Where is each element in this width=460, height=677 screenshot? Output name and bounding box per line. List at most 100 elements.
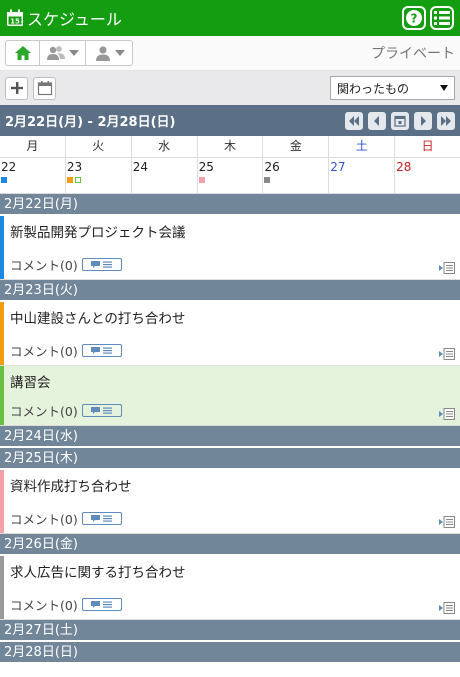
week-day-number: 26 xyxy=(264,160,280,174)
week-day-cell[interactable]: 23 xyxy=(66,158,132,193)
detail-icon[interactable] xyxy=(439,262,455,274)
comment-count[interactable]: コメント(0) xyxy=(10,255,78,274)
calendar-day-number: 15 xyxy=(10,18,20,26)
event-marker xyxy=(1,177,7,183)
event-color-stripe xyxy=(0,556,4,619)
comment-count[interactable]: コメント(0) xyxy=(10,595,78,614)
group-icon xyxy=(47,46,65,60)
filter-select[interactable]: 関わったもの xyxy=(330,76,455,100)
day-header: 2月25日(木) xyxy=(0,448,460,470)
add-schedule-button[interactable] xyxy=(5,76,28,100)
week-day-cell[interactable]: 26 xyxy=(263,158,330,193)
weekday-mon: 月 xyxy=(0,136,66,157)
event-title[interactable]: 中山建設さんとの打ち合わせ xyxy=(0,302,460,327)
week-day-number: 24 xyxy=(132,160,148,174)
next-week-button[interactable] xyxy=(437,111,455,130)
comment-icon[interactable] xyxy=(81,512,122,525)
app-header: 15 スケジュール ? xyxy=(0,0,460,36)
weekday-sun: 日 xyxy=(421,139,434,153)
left-arrow-icon xyxy=(374,115,379,126)
week-day-number: 22 xyxy=(1,160,17,174)
calendar-small-icon xyxy=(37,81,52,96)
view-mode-label: プライベート xyxy=(371,46,455,62)
event-color-stripe xyxy=(0,366,4,425)
day-list: 2月22日(月) 新製品開発プロジェクト会議 コメント(0) 2月23日(火) 中山建設… xyxy=(0,194,460,664)
week-day-number: 27 xyxy=(330,160,346,174)
day-header: 2月27日(土) xyxy=(0,620,460,642)
double-right-arrow-icon xyxy=(441,115,451,126)
event-marker xyxy=(66,177,73,183)
weekday-thu: 木 xyxy=(198,136,264,157)
week-day-number: 23 xyxy=(66,160,83,174)
event-footer: コメント(0) xyxy=(10,255,122,274)
weekday-sat: 土 xyxy=(329,136,396,157)
event-marker xyxy=(74,177,81,183)
comment-icon[interactable] xyxy=(81,344,122,357)
comment-count[interactable]: コメント(0) xyxy=(10,341,78,360)
svg-text:?: ? xyxy=(411,12,418,26)
user-view-dropdown[interactable] xyxy=(86,41,132,65)
event-title[interactable]: 新製品開発プロジェクト会議 xyxy=(0,216,460,241)
menu-button[interactable] xyxy=(430,6,454,30)
comment-icon[interactable] xyxy=(81,404,122,417)
schedule-event[interactable]: 求人広告に関する打ち合わせコメント(0) xyxy=(0,556,460,620)
week-range-title: 2月22日(月) - 2月28日(日) xyxy=(5,115,176,130)
event-title[interactable]: 講習会 xyxy=(0,366,460,391)
event-color-stripe xyxy=(0,470,4,533)
comment-icon[interactable] xyxy=(81,598,122,611)
week-day-number: 28 xyxy=(396,160,412,174)
event-marker xyxy=(264,177,271,183)
schedule-event[interactable]: 中山建設さんとの打ち合わせコメント(0) xyxy=(0,302,460,366)
double-left-arrow-icon xyxy=(349,115,359,126)
prev-week-button[interactable] xyxy=(345,111,363,130)
today-button[interactable] xyxy=(391,111,409,130)
day-header: 2月26日(金) xyxy=(0,534,460,556)
weekday-tue: 火 xyxy=(66,136,132,157)
detail-icon[interactable] xyxy=(439,348,455,360)
week-day-cell[interactable]: 28 xyxy=(395,158,460,193)
list-menu-icon xyxy=(434,11,450,25)
day-header: 2月24日(水) xyxy=(0,426,460,448)
schedule-event[interactable]: 資料作成打ち合わせコメント(0) xyxy=(0,470,460,534)
view-switcher xyxy=(5,40,133,66)
schedule-event[interactable]: 新製品開発プロジェクト会議コメント(0) xyxy=(0,216,460,280)
comment-count[interactable]: コメント(0) xyxy=(10,509,78,528)
event-title[interactable]: 求人広告に関する打ち合わせ xyxy=(0,556,460,581)
chevron-down-icon xyxy=(114,50,125,56)
calendar-picker-button[interactable] xyxy=(33,76,56,100)
group-view-dropdown[interactable] xyxy=(40,41,86,65)
event-color-stripe xyxy=(0,302,4,365)
event-footer: コメント(0) xyxy=(10,401,122,420)
event-title[interactable]: 資料作成打ち合わせ xyxy=(0,470,460,495)
schedule-event[interactable]: 講習会コメント(0) xyxy=(0,366,460,426)
week-day-cell[interactable]: 27 xyxy=(329,158,396,193)
event-footer: コメント(0) xyxy=(10,595,122,614)
event-footer: コメント(0) xyxy=(10,341,122,360)
week-day-cell[interactable]: 25 xyxy=(198,158,264,193)
detail-icon[interactable] xyxy=(439,516,455,528)
home-icon xyxy=(14,46,31,60)
day-header: 2月28日(日) xyxy=(0,642,460,664)
event-markers xyxy=(1,177,64,183)
event-marker xyxy=(198,177,205,183)
prev-day-button[interactable] xyxy=(368,111,386,130)
week-day-cells: 22 23 24 25 26 27 28 xyxy=(0,158,460,194)
detail-icon[interactable] xyxy=(439,602,455,614)
home-view-button[interactable] xyxy=(6,41,40,65)
week-range-bar: 2月22日(月) - 2月28日(日) xyxy=(0,105,460,136)
action-bar: 関わったもの xyxy=(0,71,460,105)
week-day-cell[interactable]: 22 xyxy=(0,158,66,193)
view-bar: プライベート xyxy=(0,36,460,71)
day-header: 2月22日(月) xyxy=(0,194,460,216)
event-markers xyxy=(66,177,130,183)
detail-icon[interactable] xyxy=(439,408,455,420)
week-day-number: 25 xyxy=(198,160,214,174)
comment-count[interactable]: コメント(0) xyxy=(10,401,78,420)
help-button[interactable]: ? xyxy=(402,6,426,30)
filter-select-value: 関わったもの xyxy=(337,81,410,96)
user-icon xyxy=(95,46,110,61)
week-day-cell[interactable]: 24 xyxy=(132,158,198,193)
comment-icon[interactable] xyxy=(81,258,122,271)
next-day-button[interactable] xyxy=(414,111,432,130)
day-header: 2月23日(火) xyxy=(0,280,460,302)
